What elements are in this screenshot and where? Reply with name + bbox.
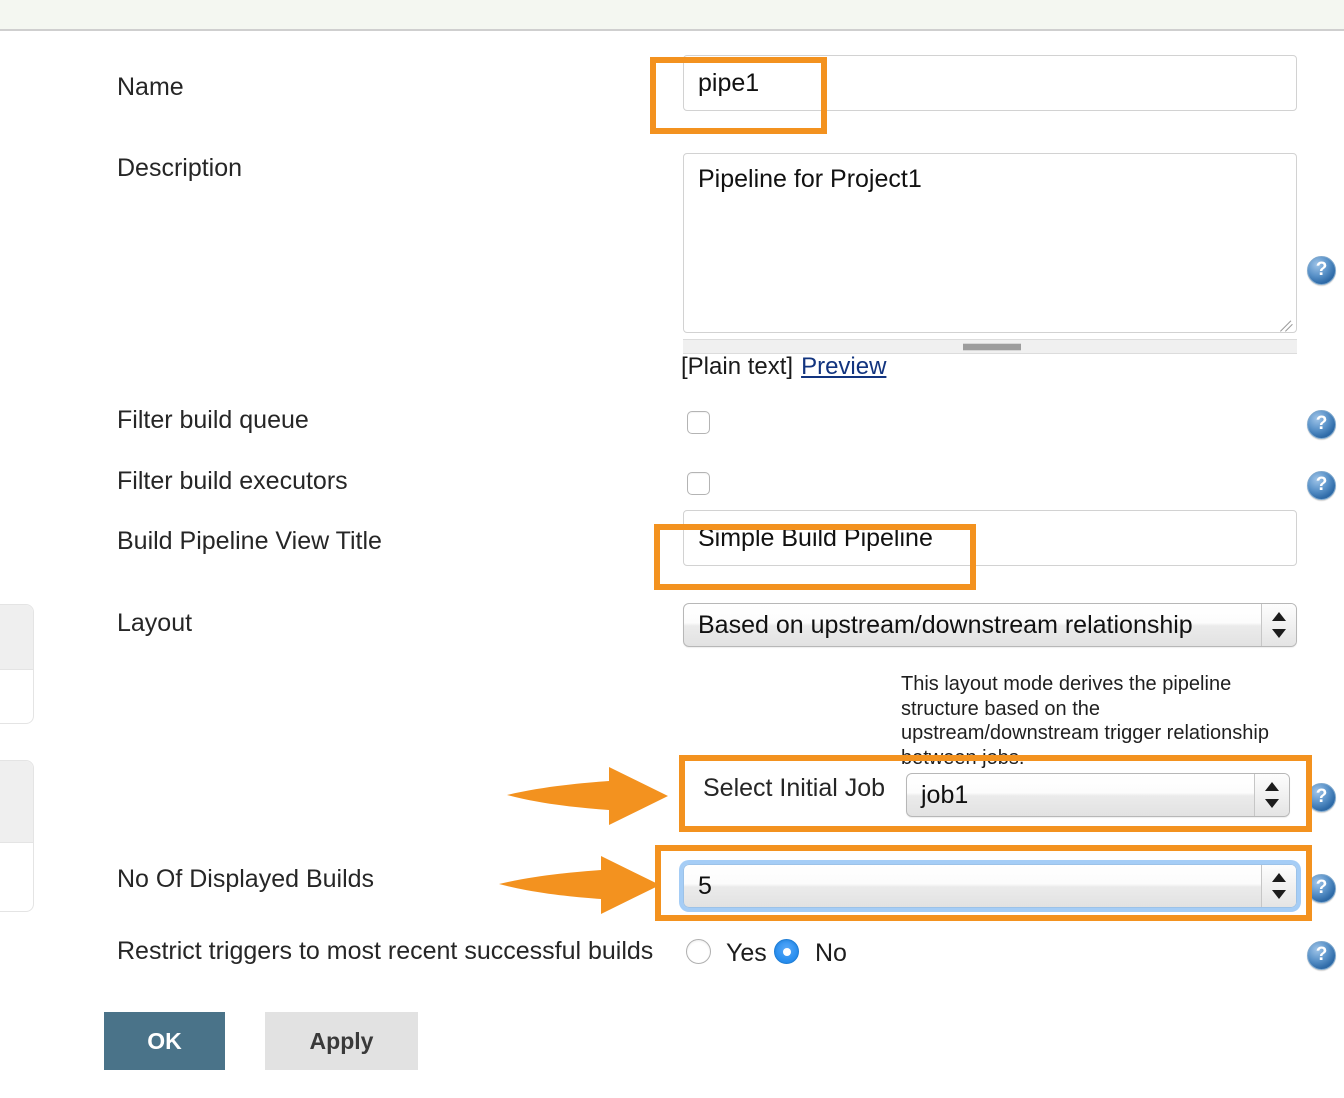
description-horizontal-scrollbar[interactable] — [683, 339, 1297, 354]
layout-select-value: Based on upstream/downstream relationshi… — [698, 610, 1193, 639]
name-label: Name — [117, 73, 184, 101]
select-initial-job-help-icon[interactable]: ? — [1307, 783, 1336, 812]
layout-help-text: This layout mode derives the pipeline st… — [901, 673, 1269, 769]
apply-button[interactable]: Apply — [265, 1012, 418, 1070]
restrict-triggers-no-label: No — [815, 939, 847, 967]
filter-build-queue-checkbox[interactable] — [687, 411, 710, 434]
window-header-band — [0, 0, 1344, 31]
preview-link[interactable]: Preview — [801, 353, 886, 380]
restrict-triggers-label: Restrict triggers to most recent success… — [117, 937, 654, 965]
filter-build-queue-help-icon[interactable]: ? — [1307, 410, 1336, 439]
restrict-triggers-radio-no[interactable] — [774, 939, 799, 964]
layout-select[interactable]: Based on upstream/downstream relationshi… — [683, 603, 1297, 647]
left-edge-panel-upper-head — [0, 605, 33, 670]
description-markup-line: [Plain text] Preview — [681, 353, 886, 381]
left-edge-panel-lower — [0, 760, 34, 912]
restrict-triggers-radio-yes[interactable] — [686, 939, 711, 964]
left-edge-panel-upper — [0, 604, 34, 724]
description-help-icon[interactable]: ? — [1307, 256, 1336, 285]
build-pipeline-view-title-label: Build Pipeline View Title — [117, 527, 382, 555]
plain-text-label: [Plain text] — [681, 353, 794, 380]
ok-button[interactable]: OK — [104, 1012, 225, 1070]
filter-build-executors-label: Filter build executors — [117, 467, 348, 495]
restrict-triggers-help-icon[interactable]: ? — [1307, 941, 1336, 970]
filter-build-executors-checkbox[interactable] — [687, 472, 710, 495]
no-of-displayed-builds-select[interactable]: 5 — [683, 864, 1297, 908]
scrollbar-thumb[interactable] — [963, 342, 1021, 351]
filter-build-queue-label: Filter build queue — [117, 406, 309, 434]
no-of-displayed-builds-label: No Of Displayed Builds — [117, 865, 375, 893]
build-pipeline-view-title-input[interactable] — [683, 510, 1297, 566]
description-textarea[interactable]: Pipeline for Project1 — [683, 153, 1297, 333]
left-edge-panel-lower-head — [0, 761, 33, 843]
filter-build-executors-help-icon[interactable]: ? — [1307, 471, 1336, 500]
name-input[interactable] — [683, 55, 1297, 111]
select-initial-job-label: Select Initial Job — [703, 774, 886, 802]
annotation-arrow-displayed-builds — [499, 856, 660, 914]
no-of-displayed-builds-value: 5 — [698, 871, 712, 900]
stepper-arrows-icon[interactable] — [1261, 604, 1296, 646]
no-of-displayed-builds-help-icon[interactable]: ? — [1307, 874, 1336, 903]
layout-label: Layout — [117, 609, 193, 637]
stepper-arrows-icon[interactable] — [1261, 865, 1296, 907]
description-label: Description — [117, 154, 243, 182]
restrict-triggers-yes-label: Yes — [726, 939, 767, 967]
select-initial-job-value: job1 — [921, 780, 969, 809]
annotation-arrow-select-initial-job — [507, 767, 668, 825]
select-initial-job-select[interactable]: job1 — [906, 773, 1290, 817]
stepper-arrows-icon[interactable] — [1254, 774, 1289, 816]
